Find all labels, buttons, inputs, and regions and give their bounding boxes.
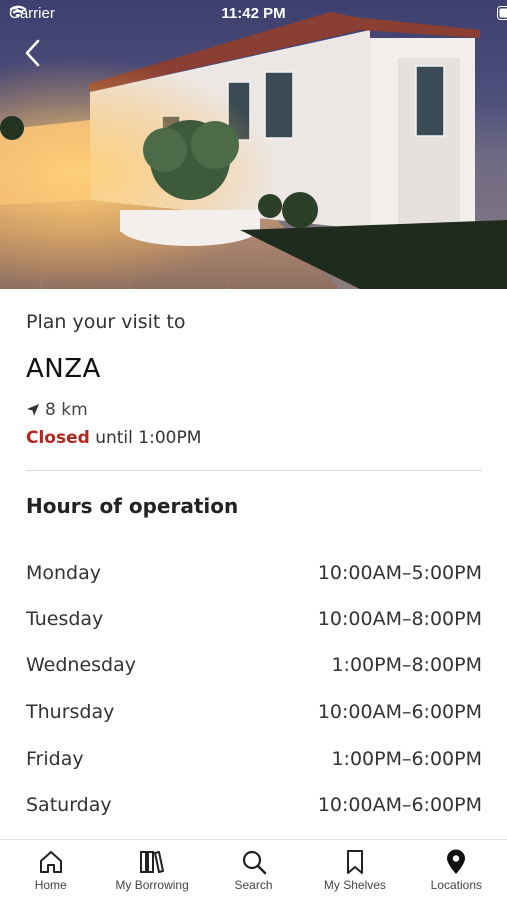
tab-my-borrowing[interactable]: My Borrowing: [101, 840, 202, 900]
hours-value: 10:00AM–6:00PM: [317, 701, 482, 723]
plan-visit-label: Plan your visit to: [26, 311, 186, 333]
building-illustration: [0, 0, 507, 289]
hours-value: 10:00AM–5:00PM: [317, 562, 482, 584]
battery-icon: [497, 6, 507, 20]
clock: 11:42 PM: [221, 5, 286, 22]
books-icon: [140, 851, 165, 873]
hours-row-friday: Friday 1:00PM–6:00PM: [26, 744, 482, 774]
distance-value: 8 km: [45, 400, 88, 420]
day-label: Saturday: [26, 794, 112, 816]
status-bar: Carrier 11:42 PM: [0, 0, 507, 28]
day-label: Monday: [26, 562, 102, 584]
direction-arrow-icon: [27, 404, 39, 416]
open-status: Closed until 1:00PM: [26, 428, 201, 448]
back-button[interactable]: [18, 36, 50, 70]
day-label: Friday: [26, 748, 84, 770]
hours-row-thursday: Thursday 10:00AM–6:00PM: [26, 697, 482, 727]
day-label: Wednesday: [26, 654, 137, 676]
chevron-left-icon: [25, 39, 40, 67]
bookmark-icon: [346, 850, 363, 874]
hours-value: 1:00PM–6:00PM: [331, 748, 482, 770]
home-icon: [39, 851, 62, 873]
hours-row-tuesday: Tuesday 10:00AM–8:00PM: [26, 604, 482, 634]
day-label: Tuesday: [26, 608, 104, 630]
distance-info: 8 km: [26, 400, 88, 420]
hours-row-monday: Monday 10:00AM–5:00PM: [26, 558, 482, 588]
location-pin-icon: [447, 849, 466, 874]
hours-row-saturday: Saturday 10:00AM–6:00PM: [26, 790, 482, 820]
tab-label: My Borrowing: [115, 878, 189, 892]
tab-search[interactable]: Search: [203, 840, 304, 900]
tab-my-shelves[interactable]: My Shelves: [304, 840, 405, 900]
day-label: Thursday: [26, 701, 115, 723]
status-state: Closed: [26, 428, 90, 448]
tab-label: Locations: [430, 878, 483, 892]
hours-value: 1:00PM–8:00PM: [331, 654, 482, 676]
tab-label: Search: [234, 878, 273, 892]
branch-name: ANZA: [26, 354, 101, 384]
hours-row-wednesday: Wednesday 1:00PM–8:00PM: [26, 650, 482, 680]
tab-label: Home: [34, 878, 67, 892]
search-icon: [242, 850, 266, 875]
divider: [26, 470, 482, 471]
tab-label: My Shelves: [323, 878, 386, 892]
hours-value: 10:00AM–8:00PM: [317, 608, 482, 630]
hours-value: 10:00AM–6:00PM: [317, 794, 482, 816]
hours-heading: Hours of operation: [26, 494, 239, 518]
tab-locations[interactable]: Locations: [406, 840, 507, 900]
library-building-photo: Carrier 11:42 PM: [0, 0, 507, 289]
tab-home[interactable]: Home: [0, 840, 101, 900]
bottom-tab-bar: Home My Borrowing Search My Shelves Loca…: [0, 839, 507, 900]
status-detail: until 1:00PM: [95, 428, 202, 448]
